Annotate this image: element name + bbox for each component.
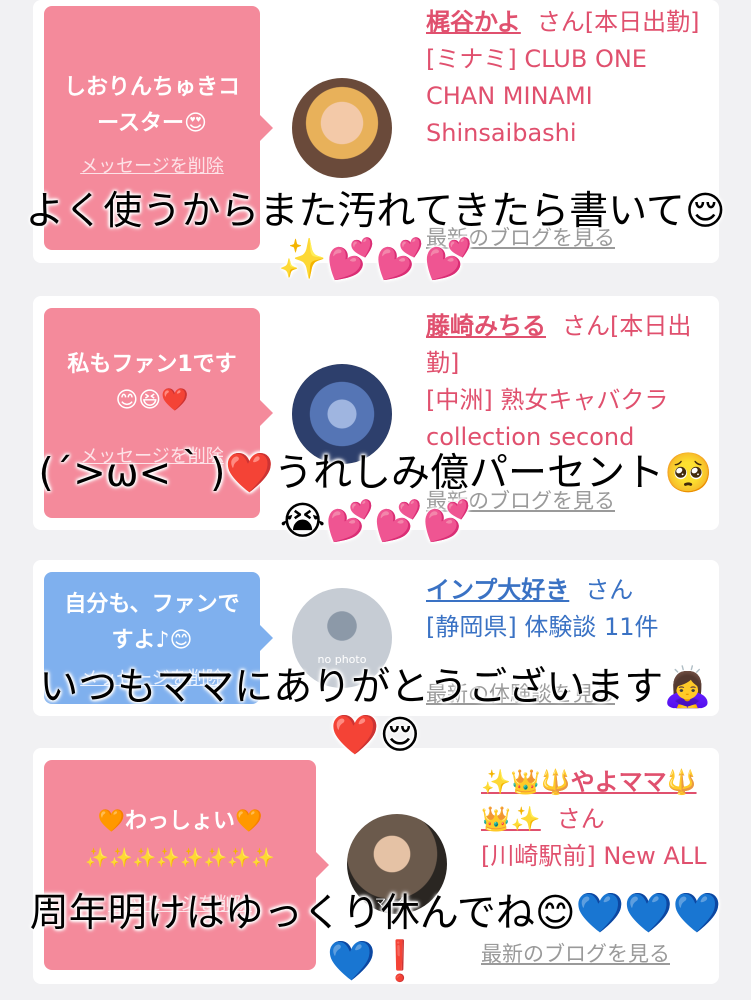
delete-message-link[interactable]: メッセージを削除 xyxy=(44,152,260,178)
message-sparkles: ✨✨✨✨✨✨✨✨ xyxy=(85,847,275,869)
user-info: 藤崎みちる さん[本日出勤] [中洲] 熟女キャバクラcollection sec… xyxy=(426,308,701,456)
overlay-caption-3: いつもママにありがとうございます🙇‍♀️❤️😌 xyxy=(39,665,712,758)
shop-link[interactable]: [川崎駅前] New ALL xyxy=(481,842,707,870)
user-name-link[interactable]: 藤崎みちる xyxy=(426,312,546,340)
user-name-link[interactable]: インプ大好き xyxy=(426,576,569,604)
shop-link[interactable]: [ミナミ] CLUB ONE CHAN MINAMI Shinsaibashi xyxy=(426,45,647,147)
bubble-tail xyxy=(260,400,273,426)
shop-link[interactable]: [中洲] 熟女キャバクラcollection second xyxy=(426,386,668,451)
overlay-caption-4: 周年明けはゆっくり休んでね😊💙💙💙💙❗ xyxy=(29,891,722,984)
user-info: ✨👑🔱やよママ🔱👑✨ さん [川崎駅前] New ALL xyxy=(481,764,711,875)
message-text: しおりんちゅきコースター😍 xyxy=(63,75,240,136)
user-info: インプ大好き さん [静岡県] 体験談 11件 xyxy=(426,572,716,646)
overlay-caption-1: よく使うからまた汚れてきたら書いて😌✨💕💕💕 xyxy=(25,189,726,282)
user-suffix: さん[本日出勤] xyxy=(536,8,700,36)
bubble-tail xyxy=(260,115,273,141)
shop-link[interactable]: [静岡県] 体験談 11件 xyxy=(426,613,659,641)
user-suffix: さん xyxy=(585,576,634,604)
bubble-tail xyxy=(316,852,329,878)
user-info: 梶谷かよ さん[本日出勤] [ミナミ] CLUB ONE CHAN MINAMI … xyxy=(426,4,701,152)
overlay-caption-2: (´>ω<｀)❤️うれしみ億パーセント🥺😭💕💕💕 xyxy=(38,451,713,544)
avatar[interactable] xyxy=(292,78,392,178)
avatar[interactable] xyxy=(292,364,392,464)
message-text: 自分も、ファンですよ♪😊 xyxy=(64,592,240,653)
user-name-link[interactable]: 梶谷かよ xyxy=(426,8,521,36)
user-suffix: さん xyxy=(556,805,605,833)
message-text: 🧡わっしょい🧡 xyxy=(97,809,263,834)
bubble-tail xyxy=(260,625,273,651)
message-text: 私もファン1です😊😆❤️ xyxy=(67,352,237,413)
